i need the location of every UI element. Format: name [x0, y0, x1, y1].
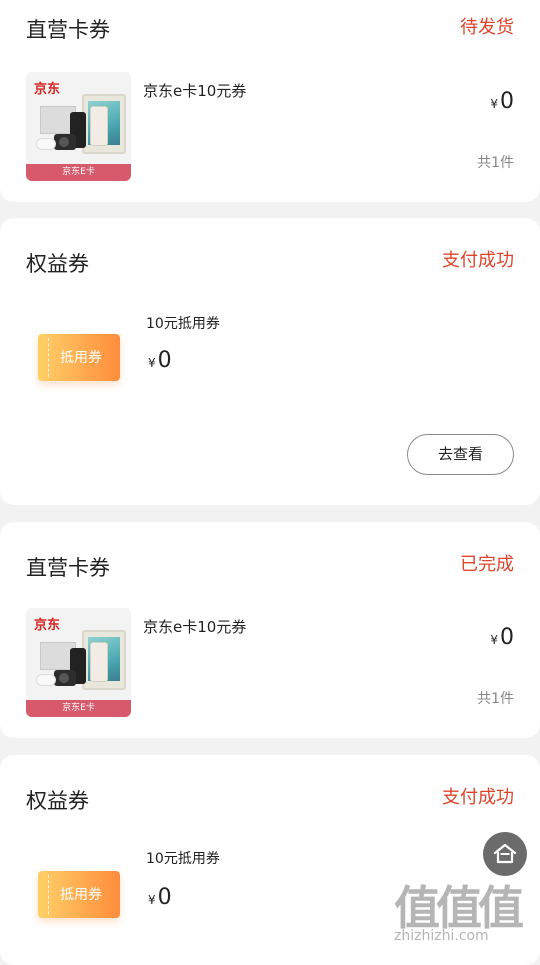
controller-image	[36, 138, 56, 150]
ecard-band-label: 京东E卡	[26, 700, 131, 717]
currency-symbol: ¥	[148, 356, 156, 370]
coupon-ticket-label: 抵用券	[60, 350, 102, 366]
item-count: 共1件	[477, 155, 514, 171]
coupon-price: ¥0	[148, 885, 172, 910]
coupon-name[interactable]: 10元抵用券	[146, 313, 220, 333]
item-count: 共1件	[477, 691, 514, 707]
currency-symbol: ¥	[490, 633, 498, 647]
coupon-name[interactable]: 10元抵用券	[146, 848, 220, 868]
price-value: 0	[500, 89, 514, 114]
ticket-perforation	[48, 875, 49, 914]
price-value: 0	[157, 885, 172, 910]
phone-image	[90, 642, 108, 682]
jd-ecard-thumbnail[interactable]: 京东 京东E卡	[26, 608, 131, 717]
ecard-band-label: 京东E卡	[26, 164, 131, 181]
card-title: 权益券	[26, 252, 89, 276]
order-status: 支付成功	[442, 250, 514, 271]
order-card-3[interactable]: 直营卡券 已完成 京东 京东E卡 京东e卡10元券 ¥0 共1件	[0, 522, 540, 738]
floating-home-button[interactable]	[483, 832, 527, 876]
home-icon	[493, 843, 517, 864]
jd-logo: 京东	[34, 618, 61, 633]
currency-symbol: ¥	[148, 893, 156, 907]
card-title: 直营卡券	[26, 556, 110, 580]
coupon-ticket-label: 抵用券	[60, 887, 102, 903]
order-status: 待发货	[460, 17, 514, 38]
currency-symbol: ¥	[490, 97, 498, 111]
card-title: 直营卡券	[26, 18, 110, 42]
phone-image	[90, 106, 108, 146]
order-card-1[interactable]: 直营卡券 待发货 京东 京东E卡 京东e卡10元券 ¥0 共1件	[0, 0, 540, 202]
camera-image	[54, 670, 76, 686]
order-card-2[interactable]: 权益券 支付成功 抵用券 10元抵用券 ¥0 去查看	[0, 218, 540, 505]
watermark-url: zhizhizhi.com	[394, 928, 489, 944]
card-title: 权益券	[26, 789, 89, 813]
view-button[interactable]: 去查看	[407, 434, 514, 475]
item-name[interactable]: 京东e卡10元券	[143, 80, 246, 101]
item-price: ¥0	[490, 625, 514, 650]
order-status: 支付成功	[442, 787, 514, 808]
coupon-ticket-image[interactable]: 抵用券	[38, 334, 120, 381]
coupon-ticket-image[interactable]: 抵用券	[38, 871, 120, 918]
camera-image	[54, 134, 76, 150]
order-status: 已完成	[460, 554, 514, 575]
controller-image	[36, 674, 56, 686]
coupon-price: ¥0	[148, 348, 172, 373]
jd-ecard-thumbnail[interactable]: 京东 京东E卡	[26, 72, 131, 181]
item-name[interactable]: 京东e卡10元券	[143, 616, 246, 637]
jd-logo: 京东	[34, 82, 61, 97]
item-price: ¥0	[490, 89, 514, 114]
price-value: 0	[500, 625, 514, 650]
ticket-perforation	[48, 338, 49, 377]
site-watermark: 值值值 zhizhizhi.com	[390, 872, 540, 951]
price-value: 0	[157, 348, 172, 373]
